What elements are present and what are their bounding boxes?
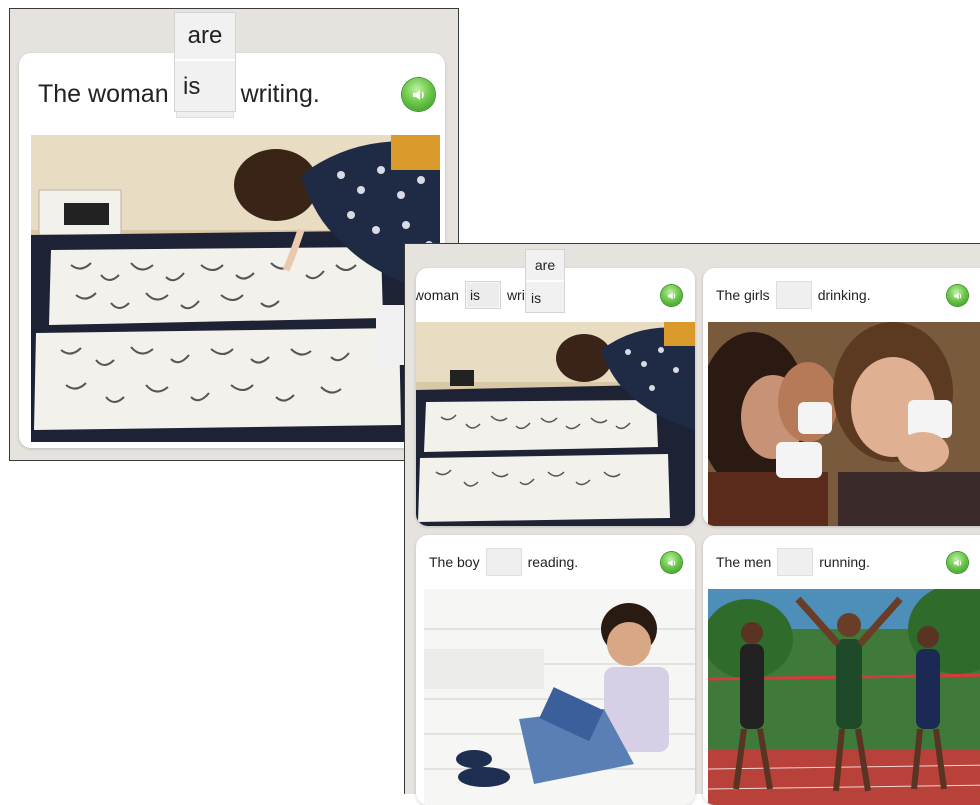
- choice-is[interactable]: is: [526, 282, 564, 314]
- word-choice-list-small: are is: [525, 249, 565, 313]
- speaker-icon[interactable]: [947, 285, 968, 306]
- speaker-glyph: [412, 89, 424, 100]
- prompt-before: The men: [716, 554, 772, 570]
- speaker-icon[interactable]: [402, 78, 435, 111]
- choice-are[interactable]: are: [526, 250, 564, 282]
- choice-are-label: are: [534, 257, 556, 273]
- word-choice-list: are is: [174, 12, 236, 112]
- choice-are-label: are: [187, 22, 223, 49]
- boy-reading-illustration: [424, 589, 695, 805]
- prompt-sentence: The girls drinking.: [703, 268, 980, 322]
- answer-slot[interactable]: [485, 548, 522, 576]
- prompt-before: The woman: [38, 79, 169, 108]
- exercise-card-men-running: The men running.: [703, 535, 980, 805]
- speaker-icon[interactable]: [661, 552, 682, 573]
- prompt-sentence: The men running.: [703, 535, 980, 589]
- calligraphy-illustration: [416, 322, 695, 526]
- prompt-after: running.: [819, 554, 870, 570]
- photo-men-running: [708, 589, 980, 805]
- prompt-after: drinking.: [817, 287, 871, 303]
- speaker-glyph: [667, 292, 675, 299]
- speaker-icon[interactable]: [661, 285, 682, 306]
- answer-slot[interactable]: [777, 548, 814, 576]
- answer-slot[interactable]: [775, 281, 812, 309]
- men-running-illustration: [708, 589, 980, 805]
- photo-woman-writing: [416, 322, 695, 526]
- prompt-before: The boy: [429, 554, 480, 570]
- speaker-icon[interactable]: [947, 552, 968, 573]
- choice-is-label: is: [531, 290, 542, 306]
- photo-girls-drinking: [708, 322, 980, 526]
- answer-slot-value: is: [469, 287, 481, 303]
- photo-woman-writing: [31, 135, 440, 442]
- girls-drinking-illustration: [708, 322, 980, 526]
- choice-is-label: is: [183, 73, 201, 100]
- prompt-sentence: The boy reading.: [416, 535, 695, 589]
- choice-is[interactable]: is: [175, 61, 235, 113]
- prompt-before: The girls: [716, 287, 770, 303]
- choice-are[interactable]: are: [175, 13, 235, 61]
- prompt-after: writing.: [240, 79, 320, 108]
- speaker-glyph: [953, 559, 961, 566]
- exercise-card-boy-reading: The boy reading.: [416, 535, 695, 805]
- answer-slot[interactable]: is: [464, 281, 501, 309]
- exercise-card-girls-drinking: The girls drinking.: [703, 268, 980, 526]
- speaker-glyph: [953, 292, 961, 299]
- speaker-glyph: [667, 559, 675, 566]
- prompt-after: reading.: [527, 554, 579, 570]
- calligraphy-illustration: [31, 135, 440, 442]
- photo-boy-reading: [424, 589, 695, 805]
- prompt-before: woman: [416, 287, 459, 303]
